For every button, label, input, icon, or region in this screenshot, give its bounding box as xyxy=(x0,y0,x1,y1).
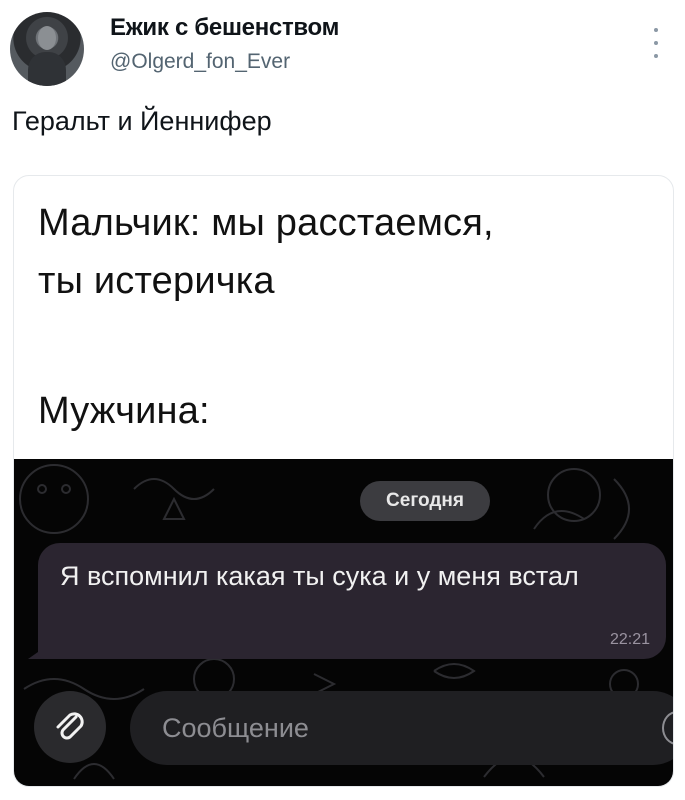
avatar-head xyxy=(38,26,56,50)
message-bubble[interactable]: Я вспомнил какая ты сука и у меня встал … xyxy=(38,543,666,659)
paperclip-icon xyxy=(56,712,84,740)
attach-button[interactable] xyxy=(34,691,106,763)
tweet-text: Геральт и Йеннифер xyxy=(12,106,272,136)
tweet-header: Ежик с бешенством @Olgerd_fon_Ever xyxy=(0,0,685,100)
meme-line-2: ты истеричка xyxy=(38,260,275,302)
date-separator: Сегодня xyxy=(360,481,490,521)
message-input[interactable] xyxy=(130,691,673,765)
more-vertical-icon[interactable] xyxy=(650,28,662,58)
meme-line-1: Мальчик: мы расстаемся, xyxy=(38,202,494,244)
message-timestamp: 22:21 xyxy=(609,631,650,648)
avatar-torso xyxy=(28,52,66,86)
message-text: Я вспомнил какая ты сука и у меня встал xyxy=(60,561,579,591)
message-composer xyxy=(14,681,673,786)
chat-screenshot: Сегодня Я вспомнил какая ты сука и у мен… xyxy=(14,459,673,786)
tweet-media[interactable]: Мальчик: мы расстаемся, ты истеричка Муж… xyxy=(13,175,674,787)
author-name[interactable]: Ежик с бешенством xyxy=(110,14,339,42)
avatar[interactable] xyxy=(10,12,84,86)
meme-line-3: Мужчина: xyxy=(38,390,210,432)
author-handle[interactable]: @Olgerd_fon_Ever xyxy=(110,50,290,74)
